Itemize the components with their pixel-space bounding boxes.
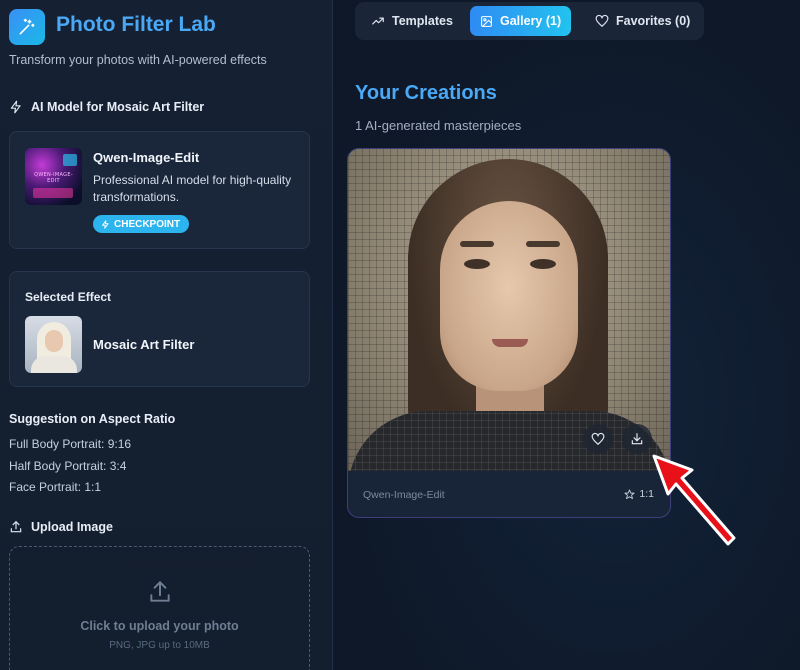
aspect-ratio-title: Suggestion on Aspect Ratio (9, 412, 176, 426)
heart-icon (595, 14, 609, 27)
model-section-heading: AI Model for Mosaic Art Filter (9, 100, 204, 114)
trending-icon (372, 17, 384, 25)
aspect-line-face: Face Portrait: 1:1 (9, 480, 102, 494)
gallery-item-card[interactable]: Qwen-Image-Edit 1:1 (347, 148, 671, 518)
upload-heading-label: Upload Image (31, 520, 113, 534)
effect-thumbnail (25, 316, 82, 373)
checkpoint-badge: CHECKPOINT (93, 215, 190, 233)
tab-favorites[interactable]: Favorites (0) (585, 6, 700, 36)
model-thumbnail-text: QWEN-IMAGE-EDIT (34, 172, 73, 184)
image-icon (481, 15, 492, 27)
heart-icon (591, 432, 605, 445)
selected-effect-card[interactable]: Selected Effect Mosaic Art Filter (9, 271, 310, 387)
favorite-button[interactable] (583, 424, 613, 454)
gallery-title: Your Creations (355, 82, 497, 104)
download-icon (631, 433, 643, 445)
model-description: Professional AI model for high-quality t… (93, 173, 292, 204)
aspect-line-full-body: Full Body Portrait: 9:16 (9, 437, 132, 451)
star-icon (624, 488, 635, 499)
upload-heading: Upload Image (9, 520, 113, 534)
effect-name: Mosaic Art Filter (93, 337, 195, 352)
upload-icon (10, 520, 22, 533)
model-section-title: AI Model for Mosaic Art Filter (31, 100, 205, 114)
tab-label: Gallery (1) (500, 14, 562, 28)
tab-label: Favorites (0) (616, 14, 691, 28)
app-logo (9, 9, 45, 45)
generated-image[interactable] (348, 149, 670, 471)
app-subtitle: Transform your photos with AI-powered ef… (9, 53, 267, 67)
model-card[interactable]: QWEN-IMAGE-EDIT Qwen-Image-Edit Professi… (9, 131, 310, 249)
lightning-icon (10, 100, 21, 114)
selected-effect-label: Selected Effect (25, 290, 112, 304)
tab-label: Templates (392, 14, 453, 28)
model-name: Qwen-Image-Edit (93, 150, 200, 165)
tab-gallery[interactable]: Gallery (1) (470, 6, 572, 36)
upload-main-text: Click to upload your photo (80, 619, 239, 633)
download-button[interactable] (622, 424, 652, 454)
upload-icon (150, 580, 170, 602)
magic-wand-icon (19, 18, 35, 35)
upload-dropzone[interactable]: Click to upload your photo PNG, JPG up t… (9, 546, 310, 670)
tab-bar: Templates Gallery (1) Favorites (0) (355, 2, 704, 40)
aspect-line-half-body: Half Body Portrait: 3:4 (9, 459, 127, 473)
app-title: Photo Filter Lab (56, 13, 216, 36)
upload-sub-text: PNG, JPG up to 10MB (109, 640, 210, 651)
main-content: Templates Gallery (1) Favorites (0) Your… (333, 0, 800, 670)
lightning-icon (102, 219, 109, 229)
sidebar: Photo Filter Lab Transform your photos w… (0, 0, 333, 670)
tab-templates[interactable]: Templates (361, 6, 463, 36)
pointer-arrow-icon (652, 454, 736, 546)
model-thumbnail: QWEN-IMAGE-EDIT (25, 148, 82, 205)
gallery-count: 1 AI-generated masterpieces (355, 118, 522, 133)
badge-label: CHECKPOINT (114, 218, 181, 230)
gallery-item-model: Qwen-Image-Edit (363, 489, 445, 501)
